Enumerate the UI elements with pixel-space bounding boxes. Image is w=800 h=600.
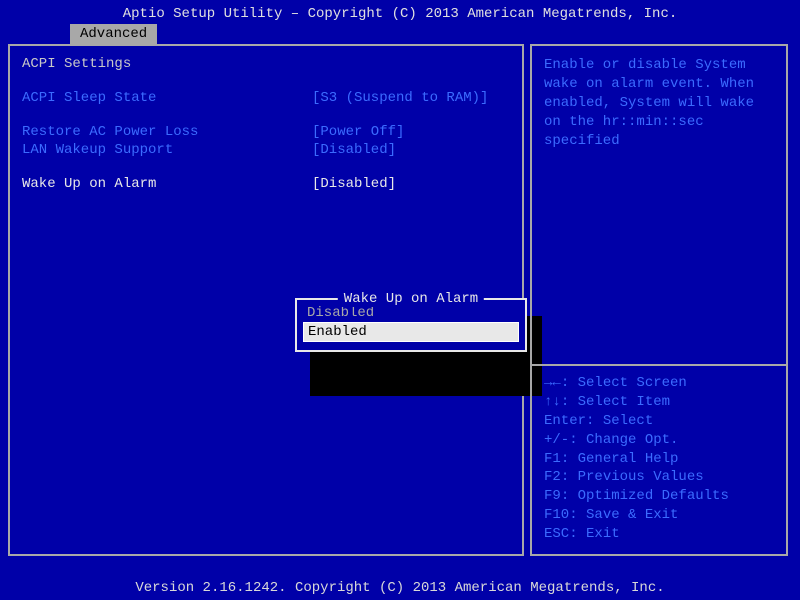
legend-f2: F2: Previous Values — [544, 468, 774, 487]
popup-option-enabled[interactable]: Enabled — [303, 322, 519, 342]
legend-text: : Select Screen — [561, 375, 687, 391]
footer: Version 2.16.1242. Copyright (C) 2013 Am… — [0, 580, 800, 596]
spacer — [22, 108, 510, 124]
legend-enter: Enter: Select — [544, 412, 774, 431]
key-f9-icon: F9 — [544, 487, 561, 506]
setting-wake-up-on-alarm[interactable]: Wake Up on Alarm [Disabled] — [22, 176, 510, 192]
tab-row: Advanced — [70, 24, 800, 44]
legend-f1: F1: General Help — [544, 450, 774, 469]
legend-select-item: ↑↓: Select Item — [544, 393, 774, 412]
help-text: Enable or disable System wake on alarm e… — [544, 56, 774, 150]
panels: ACPI Settings ACPI Sleep State [S3 (Susp… — [0, 44, 800, 556]
arrows-lr-icon: →← — [544, 374, 561, 393]
key-enter-icon: Enter — [544, 412, 586, 431]
legend-divider — [532, 364, 786, 366]
legend: →←: Select Screen ↑↓: Select Item Enter:… — [544, 374, 774, 544]
popup-title: Wake Up on Alarm — [338, 291, 484, 307]
setting-lan-wakeup-support[interactable]: LAN Wakeup Support [Disabled] — [22, 142, 510, 158]
setting-label: Restore AC Power Loss — [22, 124, 312, 140]
legend-f9: F9: Optimized Defaults — [544, 487, 774, 506]
legend-select-screen: →←: Select Screen — [544, 374, 774, 393]
legend-text: : Select — [586, 413, 653, 429]
legend-text: : Select Item — [561, 394, 670, 410]
setting-value: [Disabled] — [312, 176, 396, 192]
footer-text: Version 2.16.1242. Copyright (C) 2013 Am… — [135, 580, 664, 596]
setting-label: Wake Up on Alarm — [22, 176, 312, 192]
key-f1-icon: F1 — [544, 450, 561, 469]
option-popup: Wake Up on Alarm Disabled Enabled — [295, 298, 527, 352]
setting-acpi-sleep-state[interactable]: ACPI Sleep State [S3 (Suspend to RAM)] — [22, 90, 510, 106]
app-title: Aptio Setup Utility – Copyright (C) 2013… — [123, 6, 678, 22]
setting-label: LAN Wakeup Support — [22, 142, 312, 158]
key-plusminus-icon: +/- — [544, 431, 569, 450]
legend-change-opt: +/-: Change Opt. — [544, 431, 774, 450]
key-f2-icon: F2 — [544, 468, 561, 487]
setting-label: ACPI Sleep State — [22, 90, 312, 106]
legend-text: : Change Opt. — [569, 432, 678, 448]
legend-text: : General Help — [561, 451, 679, 467]
legend-text: : Save & Exit — [569, 507, 678, 523]
title-bar: Aptio Setup Utility – Copyright (C) 2013… — [0, 0, 800, 24]
legend-text: : Previous Values — [561, 469, 704, 485]
spacer — [22, 160, 510, 176]
setting-restore-ac-power-loss[interactable]: Restore AC Power Loss [Power Off] — [22, 124, 510, 140]
settings-panel: ACPI Settings ACPI Sleep State [S3 (Susp… — [8, 44, 524, 556]
legend-text: : Optimized Defaults — [561, 488, 729, 504]
key-esc-icon: ESC — [544, 525, 569, 544]
legend-text: : Exit — [569, 526, 619, 542]
help-panel: Enable or disable System wake on alarm e… — [530, 44, 788, 556]
arrows-ud-icon: ↑↓ — [544, 393, 561, 412]
legend-f10: F10: Save & Exit — [544, 506, 774, 525]
section-title: ACPI Settings — [22, 56, 510, 72]
setting-value: [S3 (Suspend to RAM)] — [312, 90, 488, 106]
tab-advanced[interactable]: Advanced — [70, 24, 157, 44]
setting-value: [Disabled] — [312, 142, 396, 158]
key-f10-icon: F10 — [544, 506, 569, 525]
setting-value: [Power Off] — [312, 124, 404, 140]
spacer — [544, 150, 774, 354]
legend-esc: ESC: Exit — [544, 525, 774, 544]
